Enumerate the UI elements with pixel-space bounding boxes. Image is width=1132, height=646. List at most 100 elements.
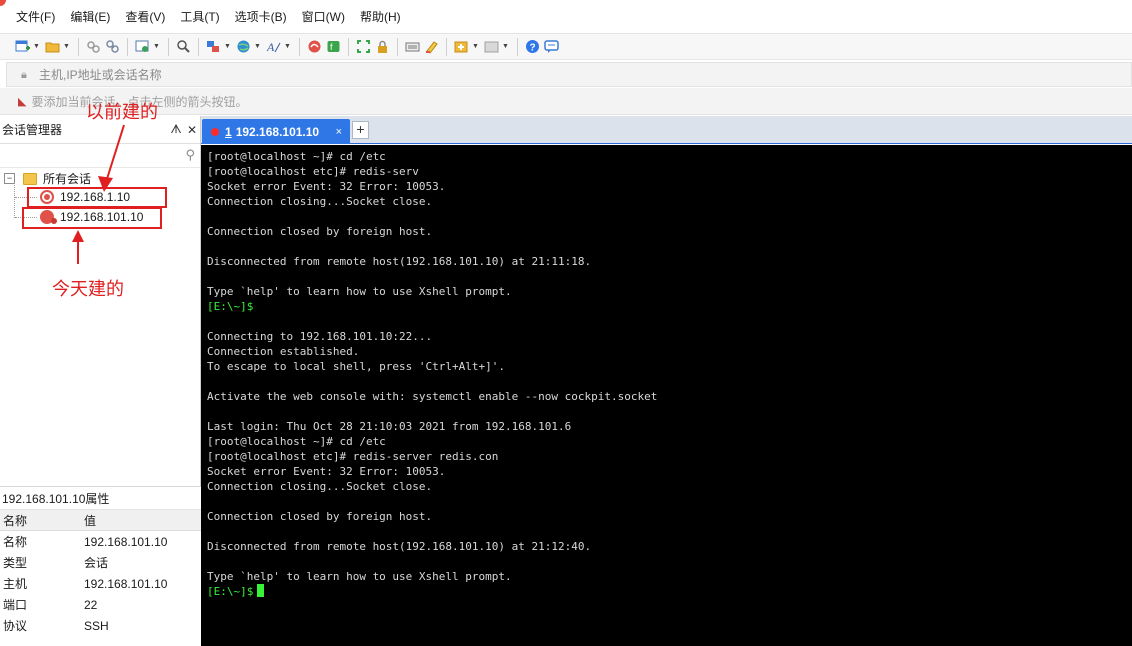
menu-bar: 文件(F) 编辑(E) 查看(V) 工具(T) 选项卡(B) 窗口(W) 帮助(…	[0, 0, 1132, 34]
help-icon[interactable]: ?	[524, 38, 541, 55]
address-placeholder: 主机,IP地址或会话名称	[39, 68, 162, 82]
font-icon[interactable]: A	[265, 38, 282, 55]
chevron-down-icon[interactable]: ▼	[472, 43, 479, 50]
toolbar-divider	[397, 37, 398, 56]
folder-icon	[23, 172, 37, 185]
session-manager-panel: 会话管理器 ᗑ ✕ ⚲ − 所有会话 192.168.1.10 192.168.…	[0, 116, 201, 646]
menu-window[interactable]: 窗口(W)	[302, 8, 345, 25]
tab-label: 192.168.101.10	[235, 124, 320, 139]
link-icon[interactable]	[85, 38, 102, 55]
terminal-prompt-line: [E:\~]$	[207, 300, 254, 313]
properties-panel: 192.168.101.10属性 名称 值 名称 192.168.101.10 …	[0, 486, 201, 646]
toolbar-divider	[517, 37, 518, 56]
toolbar-divider	[78, 37, 79, 56]
chevron-down-icon[interactable]: ▼	[153, 43, 160, 50]
close-icon[interactable]: ✕	[184, 123, 200, 137]
unlink-icon[interactable]	[104, 38, 121, 55]
quick-command-bar: ◣ 要添加当前会话，点击左侧的箭头按钮。	[0, 88, 1132, 115]
toolbar-divider	[446, 37, 447, 56]
properties-row: 名称 192.168.101.10	[0, 531, 201, 552]
session-search[interactable]: ⚲	[0, 144, 200, 168]
chevron-down-icon[interactable]: ▼	[254, 43, 261, 50]
tree-root-label: 所有会话	[43, 172, 92, 186]
connection-status-dot	[211, 127, 219, 136]
add-icon[interactable]	[453, 38, 470, 55]
terminal-line: [root@localhost etc]# redis-server redis…	[207, 450, 499, 463]
terminal-line: [root@localhost ~]# cd /etc	[207, 150, 386, 163]
property-value: 192.168.101.10	[84, 534, 168, 549]
property-key: 类型	[3, 556, 28, 570]
property-key: 端口	[3, 598, 28, 612]
menu-help[interactable]: 帮助(H)	[360, 8, 401, 25]
chevron-down-icon[interactable]: ▼	[33, 43, 40, 50]
terminal-line: Last login: Thu Oct 28 21:10:03 2021 fro…	[207, 420, 572, 433]
new-tab-button[interactable]: +	[352, 121, 369, 139]
chevron-down-icon[interactable]: ▼	[502, 43, 509, 50]
lock-icon: 🔒︎	[21, 68, 27, 81]
terminal-line: Connection closing...Socket close.	[207, 480, 433, 493]
search-icon[interactable]: ⚲	[185, 147, 195, 163]
address-bar[interactable]: 🔒︎ 主机,IP地址或会话名称	[6, 62, 1132, 87]
chat-icon[interactable]	[543, 38, 560, 55]
properties-icon[interactable]	[134, 38, 151, 55]
terminal-line: Connection established.	[207, 345, 360, 358]
terminal-line: Connection closed by foreign host.	[207, 510, 433, 523]
properties-row: 类型 会话	[0, 552, 201, 573]
menu-file[interactable]: 文件(F)	[16, 8, 55, 25]
toolbar-divider	[348, 37, 349, 56]
toolbar-divider	[127, 37, 128, 56]
new-session-icon[interactable]	[14, 38, 31, 55]
property-value: SSH	[84, 618, 109, 633]
terminal-line: Connection closing...Socket close.	[207, 195, 433, 208]
menu-tools[interactable]: 工具(T)	[180, 8, 219, 25]
terminal-prompt-line: [E:\~]$	[207, 584, 1132, 599]
terminal-line: To escape to local shell, press 'Ctrl+Al…	[207, 360, 506, 373]
terminal-line: Activate the web console with: systemctl…	[207, 390, 658, 403]
tab-number: 1	[225, 124, 232, 139]
tab-strip: 1 192.168.101.10 × +	[201, 116, 1132, 144]
toolbar-divider	[198, 37, 199, 56]
chevron-down-icon[interactable]: ▼	[63, 43, 70, 50]
search-icon[interactable]	[175, 38, 192, 55]
chevron-down-icon[interactable]: ▼	[284, 43, 291, 50]
xftp-icon[interactable]: f	[325, 38, 342, 55]
properties-row: 协议 SSH	[0, 615, 201, 636]
column-header-value[interactable]: 值	[80, 512, 201, 529]
terminal-line: Type `help' to learn how to use Xshell p…	[207, 570, 512, 583]
property-value: 192.168.101.10	[84, 576, 168, 591]
globe-icon[interactable]	[235, 38, 252, 55]
keyboard-icon[interactable]	[404, 38, 421, 55]
menu-edit[interactable]: 编辑(E)	[70, 8, 110, 25]
toolbar-divider	[299, 37, 300, 56]
highlight-box-new	[22, 207, 162, 229]
transfer-icon[interactable]	[205, 38, 222, 55]
tab-close-icon[interactable]: ×	[336, 126, 342, 138]
menu-view[interactable]: 查看(V)	[125, 8, 165, 25]
pin-icon[interactable]: ᗑ	[168, 122, 184, 137]
xshell-icon[interactable]	[306, 38, 323, 55]
column-header-name[interactable]: 名称	[0, 512, 80, 529]
tree-root-all-sessions[interactable]: − 所有会话	[4, 170, 91, 187]
tree-connector	[14, 182, 15, 218]
bookmark-icon[interactable]: ◣	[18, 95, 26, 108]
highlight-icon[interactable]	[423, 38, 440, 55]
tab-session[interactable]: 1 192.168.101.10 ×	[202, 119, 350, 144]
menu-tabs[interactable]: 选项卡(B)	[235, 8, 287, 25]
lock-icon[interactable]	[374, 38, 391, 55]
fullscreen-icon[interactable]	[355, 38, 372, 55]
chevron-down-icon[interactable]: ▼	[224, 43, 231, 50]
highlight-box-old	[27, 187, 167, 208]
terminal-line: Disconnected from remote host(192.168.10…	[207, 540, 592, 553]
layout-icon[interactable]	[483, 38, 500, 55]
svg-text:A: A	[266, 40, 275, 54]
properties-header: 名称 值	[0, 510, 201, 531]
property-value: 会话	[84, 556, 109, 570]
terminal-output[interactable]: [root@localhost ~]# cd /etc [root@localho…	[201, 145, 1132, 646]
open-folder-icon[interactable]	[44, 38, 61, 55]
terminal-line: Type `help' to learn how to use Xshell p…	[207, 285, 512, 298]
